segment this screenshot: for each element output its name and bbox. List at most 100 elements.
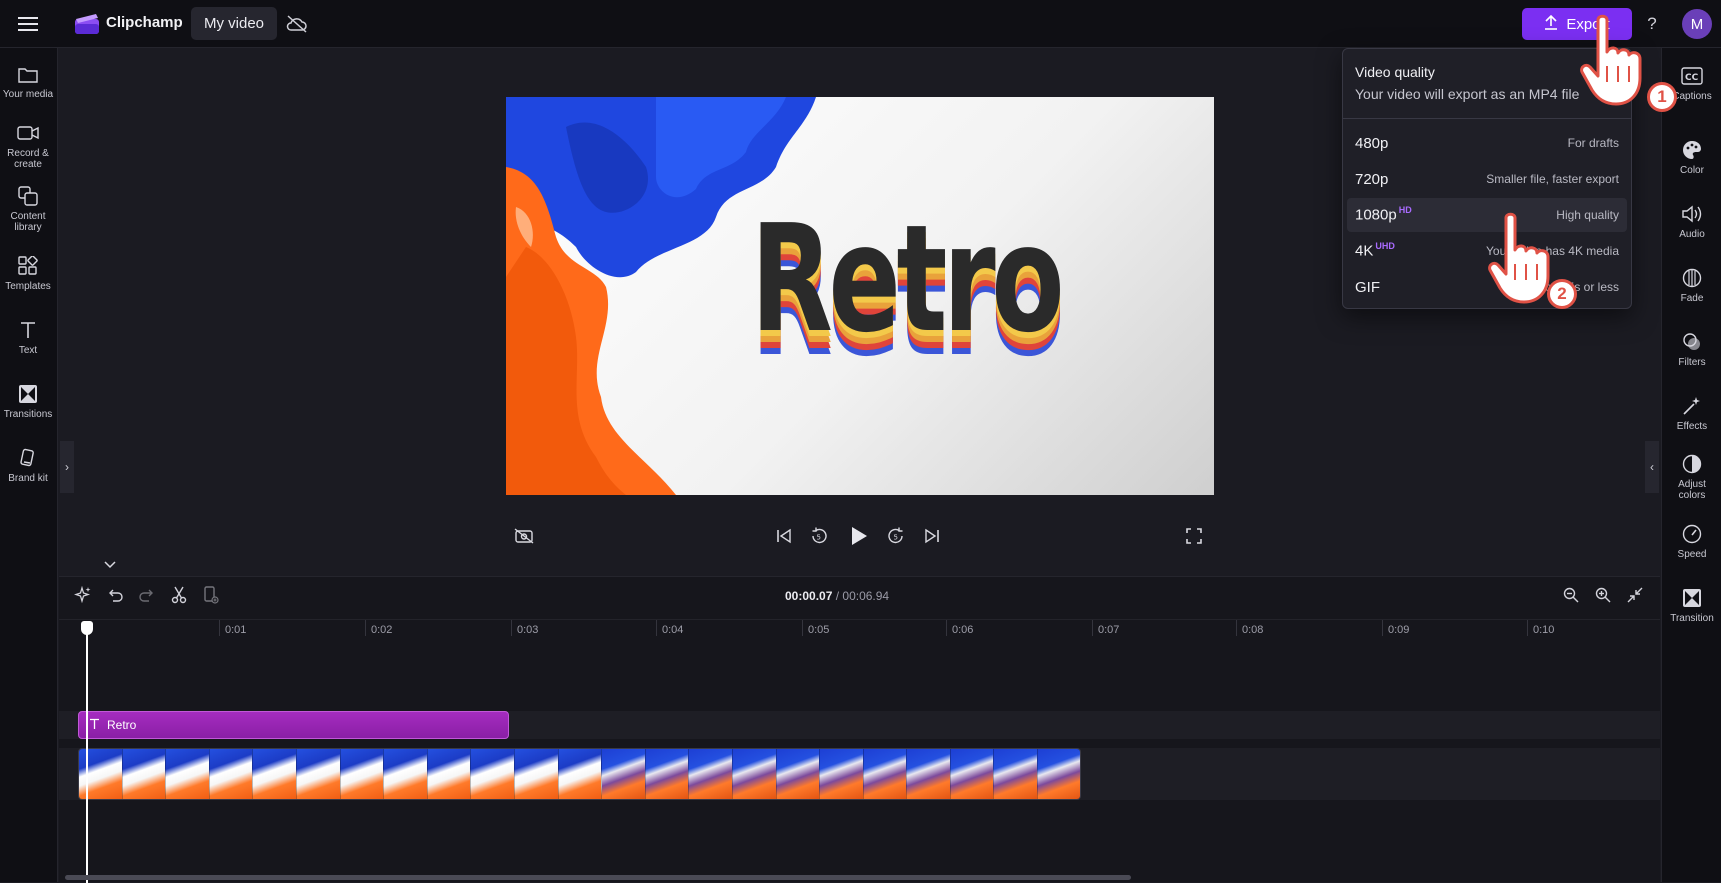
clip-thumbnail bbox=[1038, 749, 1080, 799]
sidebar-item-fade[interactable]: Fade bbox=[1662, 266, 1721, 304]
fit-timeline-button[interactable] bbox=[1623, 585, 1647, 609]
camera-off-icon bbox=[514, 527, 534, 549]
sidebar-item-label: Text bbox=[18, 345, 38, 356]
transition-icon bbox=[1680, 586, 1704, 610]
clip-thumbnail bbox=[166, 749, 210, 799]
clip-thumbnail bbox=[122, 749, 167, 799]
sidebar-item-audio[interactable]: Audio bbox=[1662, 202, 1721, 240]
clip-thumbnail bbox=[732, 749, 777, 799]
ruler-tick: 0:03 bbox=[510, 620, 539, 636]
play-button[interactable] bbox=[847, 526, 871, 550]
sidebar-item-color[interactable]: Color bbox=[1662, 138, 1721, 176]
sidebar-item-label: Filters bbox=[1678, 357, 1706, 368]
time-ruler[interactable]: 0:01 0:02 0:03 0:04 0:05 0:06 0:07 0:08 … bbox=[59, 619, 1660, 639]
clipchamp-logo bbox=[74, 12, 100, 36]
current-time: 00:00.07 bbox=[785, 589, 833, 603]
clip-thumbnail bbox=[994, 749, 1039, 799]
fade-icon bbox=[1680, 266, 1704, 290]
step-2-badge: 2 bbox=[1547, 279, 1577, 309]
expand-right-panel-button[interactable]: ‹ bbox=[1645, 441, 1659, 493]
uhd-badge: UHD bbox=[1375, 241, 1395, 252]
magic-edit-button[interactable] bbox=[71, 585, 95, 609]
svg-text:5: 5 bbox=[817, 533, 821, 541]
project-name-field[interactable]: My video bbox=[191, 7, 278, 40]
fullscreen-button[interactable] bbox=[1182, 526, 1206, 550]
magic-wand-icon bbox=[1680, 394, 1704, 418]
ruler-tick: 0:05 bbox=[801, 620, 830, 636]
camera-off-button[interactable] bbox=[512, 526, 536, 550]
sidebar-item-brand-kit[interactable]: Brand kit bbox=[0, 446, 56, 484]
expand-left-panel-button[interactable]: › bbox=[60, 441, 74, 493]
zoom-out-button[interactable] bbox=[1559, 585, 1583, 609]
clip-thumbnail bbox=[253, 749, 297, 799]
ruler-tick: 0:10 bbox=[1526, 620, 1555, 636]
quality-option-gif[interactable]: GIF For videos 15s or less bbox=[1347, 270, 1627, 304]
rewind-5s-button[interactable]: 5 bbox=[807, 526, 831, 550]
sidebar-item-label: Speed bbox=[1677, 549, 1707, 560]
sidebar-item-content-library[interactable]: Content library bbox=[0, 184, 56, 233]
step-1-badge: 1 bbox=[1647, 82, 1677, 112]
ruler-tick: 0:06 bbox=[945, 620, 974, 636]
sidebar-item-templates[interactable]: Templates bbox=[0, 254, 56, 292]
playhead-line bbox=[86, 621, 88, 883]
sidebar-item-label: Adjust colors bbox=[1678, 479, 1706, 501]
split-button[interactable] bbox=[167, 585, 191, 609]
palette-icon bbox=[1680, 138, 1704, 162]
clip-thumbnail bbox=[427, 749, 472, 799]
camera-icon bbox=[16, 121, 40, 145]
sidebar-item-transition[interactable]: Transition bbox=[1662, 586, 1721, 624]
avatar[interactable]: M bbox=[1682, 9, 1712, 39]
option-description: For drafts bbox=[1567, 136, 1619, 150]
sidebar-item-label: Color bbox=[1680, 165, 1704, 176]
sidebar-item-filters[interactable]: Filters bbox=[1662, 330, 1721, 368]
quality-option-4k[interactable]: 4K UHD Your video has 4K media bbox=[1347, 234, 1627, 268]
sidebar-item-label: Audio bbox=[1679, 229, 1705, 240]
video-clip[interactable] bbox=[78, 748, 1081, 800]
option-name: GIF bbox=[1355, 278, 1380, 296]
option-description: High quality bbox=[1556, 208, 1619, 222]
menu-icon[interactable] bbox=[12, 10, 44, 38]
sidebar-item-your-media[interactable]: Your media bbox=[0, 62, 56, 100]
playhead-handle[interactable] bbox=[81, 621, 93, 635]
forward-5s-button[interactable]: 5 bbox=[884, 526, 908, 550]
total-time: 00:06.94 bbox=[842, 589, 890, 603]
zoom-in-button[interactable] bbox=[1591, 585, 1615, 609]
quality-option-1080p[interactable]: 1080p HD High quality bbox=[1347, 198, 1627, 232]
undo-button[interactable] bbox=[103, 585, 127, 609]
sidebar-item-text[interactable]: Text bbox=[0, 318, 56, 356]
text-clip[interactable]: Retro bbox=[78, 711, 509, 739]
sidebar-item-label: Effects bbox=[1676, 421, 1708, 432]
cloud-off-icon[interactable] bbox=[284, 12, 310, 36]
quality-option-480p[interactable]: 480p For drafts bbox=[1347, 126, 1627, 160]
clip-thumbnail bbox=[776, 749, 821, 799]
clip-thumbnail bbox=[645, 749, 690, 799]
folder-icon bbox=[16, 62, 40, 86]
add-clip-icon bbox=[203, 585, 219, 609]
add-to-timeline-button[interactable] bbox=[199, 585, 223, 609]
sidebar-item-speed[interactable]: Speed bbox=[1662, 522, 1721, 560]
hand-pointer-icon bbox=[1580, 14, 1642, 106]
sidebar-item-record-create[interactable]: Record & create bbox=[0, 121, 56, 170]
sparkle-icon bbox=[73, 585, 92, 609]
svg-text:CC: CC bbox=[1685, 73, 1699, 83]
sidebar-item-effects[interactable]: Effects bbox=[1662, 394, 1721, 432]
sidebar-item-transitions[interactable]: Transitions bbox=[0, 382, 56, 420]
quality-option-720p[interactable]: 720p Smaller file, faster export bbox=[1347, 162, 1627, 196]
sidebar-item-label: Record & create bbox=[7, 148, 49, 170]
left-sidebar: Your media Record & create Content libra… bbox=[0, 48, 58, 882]
skip-to-end-button[interactable] bbox=[920, 526, 944, 550]
collapse-arrows-icon bbox=[1627, 587, 1643, 608]
divider bbox=[1343, 118, 1631, 119]
option-description: Smaller file, faster export bbox=[1486, 172, 1619, 186]
option-name: 720p bbox=[1355, 170, 1389, 188]
timeline-scrollbar[interactable] bbox=[65, 875, 1131, 880]
video-preview[interactable]: Retro bbox=[506, 97, 1214, 495]
collapse-timeline-button[interactable] bbox=[98, 558, 122, 572]
retro-title-overlay[interactable]: Retro bbox=[751, 205, 1065, 353]
ruler-tick: 0:09 bbox=[1381, 620, 1410, 636]
skip-to-start-button[interactable] bbox=[772, 526, 796, 550]
sidebar-item-adjust-colors[interactable]: Adjust colors bbox=[1662, 452, 1721, 501]
sidebar-item-label: Templates bbox=[5, 281, 51, 292]
right-sidebar: CC Captions Color Audio Fade Filters Eff… bbox=[1661, 48, 1721, 882]
redo-button[interactable] bbox=[135, 585, 159, 609]
